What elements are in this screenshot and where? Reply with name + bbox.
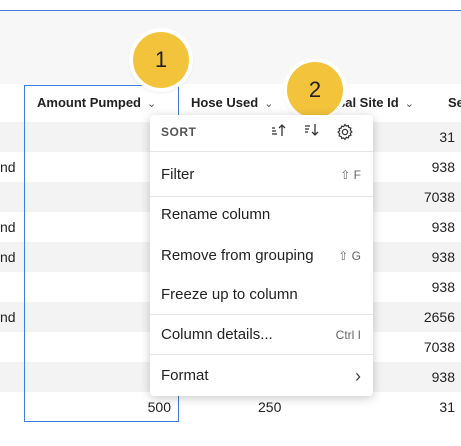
menu-item-label: Column details... [161, 326, 273, 343]
chevron-right-icon: › [355, 366, 361, 386]
table-cell-site[interactable]: 938 [380, 272, 455, 302]
menu-item-label: Remove from grouping [161, 247, 314, 264]
column-context-menu: SORT Filter ⇧ F Rename column Remove fro… [150, 115, 373, 396]
column-header-amount-pumped[interactable]: Amount Pumped ⌄ [37, 84, 156, 122]
menu-item-rename-column[interactable]: Rename column [150, 200, 373, 230]
column-header-label: Se [448, 95, 461, 110]
menu-item-label: Filter [161, 166, 195, 183]
table-cell-site[interactable]: 938 [380, 212, 455, 242]
shortcut-hint: ⇧ F [340, 168, 361, 182]
menu-item-label: Rename column [161, 206, 271, 223]
step-badge-2: 2 [287, 62, 343, 118]
table-cell-hose[interactable]: 250 [258, 392, 281, 422]
table-cell-site[interactable]: 7038 [380, 182, 455, 212]
chevron-down-icon[interactable]: ⌄ [147, 98, 156, 110]
table-cell-site[interactable]: 938 [380, 152, 455, 182]
shortcut-hint: Ctrl I [335, 328, 361, 342]
menu-item-label: Format [161, 367, 209, 384]
menu-item-freeze-up-to-column[interactable]: Freeze up to column [150, 280, 373, 310]
column-header-next[interactable]: Se [448, 84, 461, 122]
menu-item-remove-from-grouping[interactable]: Remove from grouping ⇧ G [150, 241, 373, 271]
table-cell-site[interactable]: 31 [380, 122, 455, 152]
sort-heading: SORT [161, 125, 197, 139]
menu-item-format[interactable]: Format › [150, 361, 373, 391]
chevron-down-icon[interactable]: ⌄ [264, 98, 273, 110]
table-cell-site[interactable]: 938 [380, 362, 455, 392]
table-cell-left[interactable]: nd [0, 302, 16, 332]
table-cell-left[interactable]: nd [0, 152, 16, 182]
toolbar-area [0, 11, 461, 84]
menu-item-column-details[interactable]: Column details... Ctrl I [150, 320, 373, 350]
table-cell-site[interactable]: 7038 [380, 332, 455, 362]
table-cell-site[interactable]: 938 [380, 242, 455, 272]
menu-item-filter[interactable]: Filter ⇧ F [150, 160, 373, 190]
table-cell-site[interactable]: 31 [380, 392, 455, 422]
chevron-down-icon[interactable]: ⌄ [405, 98, 414, 110]
table-cell-site[interactable]: 2656 [380, 302, 455, 332]
sort-ascending-icon[interactable] [270, 122, 286, 141]
step-badge-1: 1 [133, 32, 189, 88]
sort-descending-icon[interactable] [303, 122, 319, 141]
table-cell-amount[interactable]: 500 [40, 392, 171, 422]
column-header-label: Hose Used [191, 95, 259, 110]
gear-icon[interactable] [336, 123, 354, 144]
column-header-label: Amount Pumped [37, 95, 141, 110]
table-row[interactable]: 500 250 31 [0, 392, 461, 422]
column-header-label: sal Site Id [338, 95, 399, 110]
menu-item-label: Freeze up to column [161, 286, 298, 303]
table-cell-left[interactable]: nd [0, 242, 16, 272]
table-cell-left[interactable]: nd [0, 212, 16, 242]
shortcut-hint: ⇧ G [338, 249, 361, 263]
